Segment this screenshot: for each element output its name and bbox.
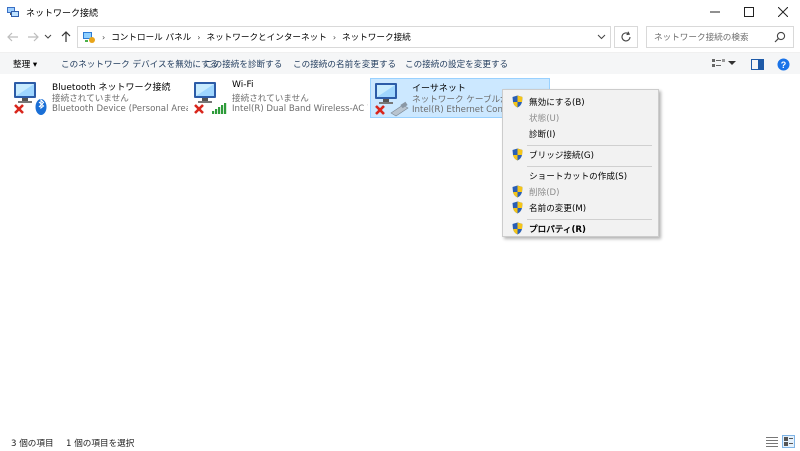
chevron-down-icon	[728, 61, 736, 65]
uac-shield-icon	[512, 148, 523, 161]
forward-button[interactable]	[25, 28, 41, 46]
breadcrumb-separator-icon: ›	[102, 32, 106, 42]
ethernet-network-icon	[375, 83, 409, 117]
menu-item-label: 無効にする(B)	[529, 97, 585, 108]
menu-item-status: 状態(U)	[505, 109, 656, 126]
connection-name: Wi-Fi	[232, 80, 254, 90]
menu-item-rename[interactable]: 名前の変更(M)	[505, 199, 656, 216]
refresh-icon	[621, 31, 631, 42]
context-menu: 無効にする(B) 状態(U) 診断(I) ブリッジ接続(G) ショートカットの作…	[502, 89, 659, 237]
up-arrow-icon	[61, 31, 71, 42]
menu-item-delete: 削除(D)	[505, 183, 656, 200]
diagnose-connection-button[interactable]: この接続を診断する	[205, 58, 282, 70]
menu-item-label: 削除(D)	[529, 187, 560, 198]
close-icon	[778, 7, 788, 17]
menu-item-diagnose[interactable]: 診断(I)	[505, 125, 656, 142]
menu-item-label: プロパティ(R)	[529, 224, 586, 235]
back-arrow-icon	[7, 32, 18, 42]
disable-device-button[interactable]: このネットワーク デバイスを無効にする	[61, 58, 218, 70]
connection-device: Bluetooth Device (Personal Area ...	[52, 104, 188, 114]
maximize-button[interactable]	[732, 0, 766, 24]
address-bar[interactable]: › コントロール パネル › ネットワークとインターネット › ネットワーク接続	[77, 26, 611, 48]
change-settings-button[interactable]: この接続の設定を変更する	[405, 58, 508, 70]
details-view-button[interactable]	[766, 436, 778, 447]
breadcrumb-network-connections[interactable]: ネットワーク接続	[342, 31, 411, 43]
connection-status: ネットワーク ケーブルが接続されていません	[412, 95, 503, 105]
status-bar: 3 個の項目 1 個の項目を選択	[0, 431, 800, 451]
uac-shield-icon	[512, 201, 523, 214]
list-item-bluetooth[interactable]: Bluetooth ネットワーク接続 接続されていません Bluetooth D…	[10, 78, 188, 118]
breadcrumb-network-internet[interactable]: ネットワークとインターネット	[206, 31, 326, 43]
breadcrumb-separator-icon: ›	[197, 32, 201, 42]
preview-pane-icon	[750, 58, 764, 70]
menu-item-label: ブリッジ接続(G)	[529, 150, 594, 161]
up-button[interactable]	[58, 28, 74, 46]
window-title: ネットワーク接続	[26, 8, 99, 19]
menu-item-disable[interactable]: 無効にする(B)	[505, 93, 656, 110]
uac-shield-icon	[512, 222, 523, 235]
forward-arrow-icon	[28, 32, 39, 42]
recent-locations-button[interactable]	[42, 28, 54, 46]
uac-shield-icon	[512, 185, 523, 198]
menu-item-label: 名前の変更(M)	[529, 203, 587, 214]
minimize-icon	[710, 11, 720, 13]
list-item-wifi[interactable]: Wi-Fi 接続されていません Intel(R) Dual Band Wirel…	[190, 78, 368, 118]
details-view-icon	[766, 437, 778, 447]
connection-device: Intel(R) Ethernet Connection	[412, 105, 503, 115]
connection-status: 接続されていません	[232, 94, 309, 104]
network-connections-app-icon	[7, 7, 19, 17]
breadcrumb-separator-icon: ›	[332, 32, 337, 42]
address-dropdown-icon[interactable]	[597, 30, 606, 44]
search-icon	[774, 31, 786, 43]
view-dropdown-button[interactable]	[726, 56, 738, 72]
bluetooth-network-icon	[14, 82, 47, 115]
menu-item-label: 状態(U)	[529, 113, 560, 124]
search-input[interactable]: ネットワーク接続の検索	[646, 26, 794, 48]
tiles-view-button[interactable]	[782, 435, 795, 448]
command-bar: 整理 ▾ このネットワーク デバイスを無効にする この接続を診断する この接続の…	[0, 52, 800, 74]
menu-item-create-shortcut[interactable]: ショートカットの作成(S)	[505, 167, 656, 184]
rename-connection-button[interactable]: この接続の名前を変更する	[293, 58, 396, 70]
control-panel-icon	[83, 32, 95, 43]
item-count: 3 個の項目	[11, 439, 54, 449]
close-button[interactable]	[766, 0, 800, 24]
preview-pane-button[interactable]	[748, 56, 766, 72]
selected-count: 1 個の項目を選択	[66, 439, 135, 449]
menu-item-label: ショートカットの作成(S)	[529, 171, 628, 182]
connections-list: Bluetooth ネットワーク接続 接続されていません Bluetooth D…	[0, 74, 800, 431]
disconnected-x-icon	[194, 104, 204, 114]
minimize-button[interactable]	[698, 0, 732, 24]
maximize-icon	[744, 7, 754, 17]
chevron-down-icon	[44, 34, 52, 39]
menu-item-properties[interactable]: プロパティ(R)	[505, 220, 656, 237]
back-button[interactable]	[5, 28, 21, 46]
menu-item-bridge[interactable]: ブリッジ接続(G)	[505, 146, 656, 163]
uac-shield-icon	[512, 95, 523, 108]
connection-device: Intel(R) Dual Band Wireless-AC 72...	[232, 104, 368, 114]
help-button[interactable]: ?	[774, 56, 792, 72]
refresh-button[interactable]	[614, 26, 638, 48]
search-placeholder: ネットワーク接続の検索	[654, 33, 749, 43]
connection-status: 接続されていません	[52, 94, 129, 104]
disconnected-x-icon	[375, 105, 385, 115]
help-icon: ?	[777, 58, 789, 70]
breadcrumb-control-panel[interactable]: コントロール パネル	[111, 31, 191, 43]
signal-bars-icon	[212, 103, 227, 114]
view-options-icon	[712, 59, 725, 67]
wifi-network-icon	[194, 82, 227, 114]
svg-text:?: ?	[780, 60, 786, 70]
ethernet-plug-icon	[390, 101, 409, 117]
organize-button[interactable]: 整理 ▾	[13, 58, 37, 70]
disconnected-x-icon	[14, 104, 24, 114]
menu-item-label: 診断(I)	[529, 129, 556, 140]
title-bar: ネットワーク接続	[0, 0, 800, 24]
tiles-view-icon	[784, 437, 793, 446]
